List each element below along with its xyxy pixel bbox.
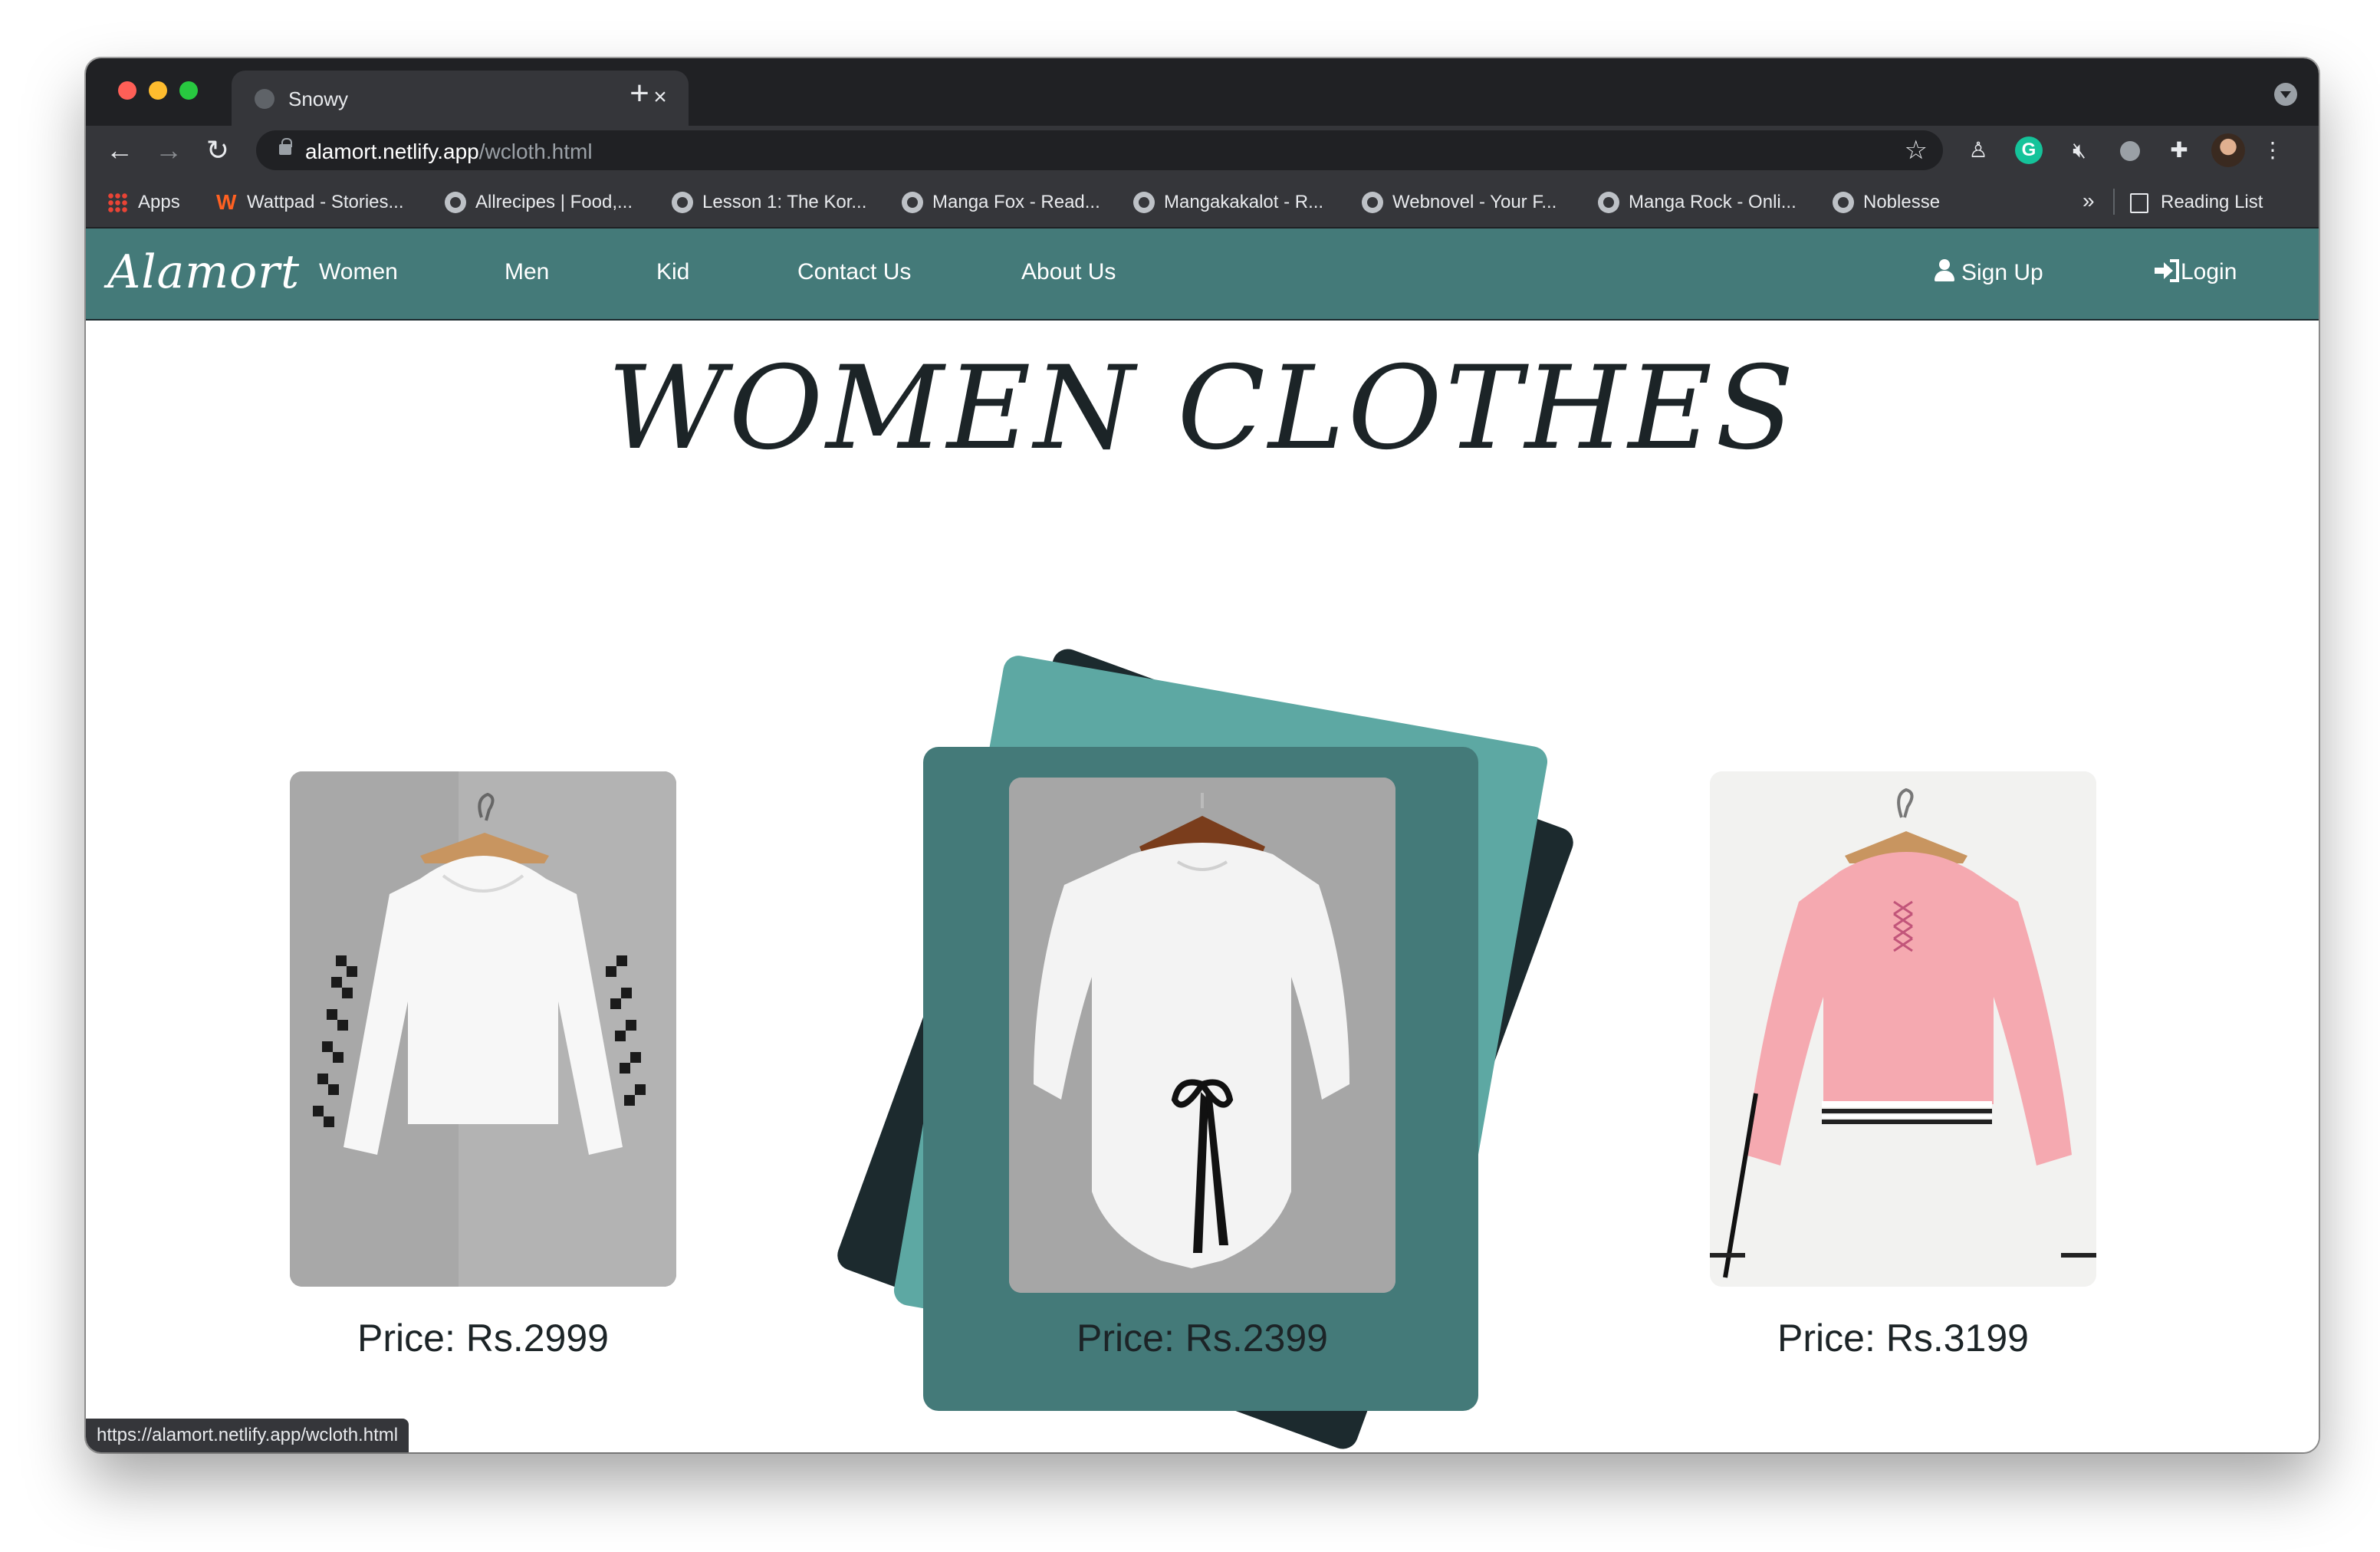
bookmark-label: Lesson 1: The Kor... bbox=[702, 192, 867, 212]
bookmark-label: Noblesse bbox=[1863, 192, 1941, 212]
browser-tab[interactable]: Snowy × bbox=[232, 71, 689, 126]
bookmark-mangarock[interactable]: Manga Rock - Onli... bbox=[1598, 190, 1797, 215]
nav-kid[interactable]: Kid bbox=[656, 259, 689, 285]
forward-button[interactable]: → bbox=[152, 133, 186, 167]
bookmark-allrecipes[interactable]: Allrecipes | Food,... bbox=[445, 190, 633, 215]
login-icon bbox=[2155, 259, 2179, 282]
bookmark-label: Apps bbox=[138, 192, 180, 212]
globe-icon bbox=[1362, 192, 1383, 213]
address-bar[interactable]: alamort.netlify.app/wcloth.html ☆ bbox=[256, 130, 1943, 170]
globe-icon bbox=[445, 192, 466, 213]
grammarly-icon[interactable]: G bbox=[2015, 136, 2043, 164]
price-pink-hoodie: Price: Rs.3199 bbox=[1777, 1317, 2029, 1360]
nav-men[interactable]: Men bbox=[505, 259, 549, 285]
chrome-menu-icon[interactable]: ⋮ bbox=[2259, 136, 2286, 164]
bookmark-lesson[interactable]: Lesson 1: The Kor... bbox=[672, 190, 866, 215]
login-label: Login bbox=[2181, 259, 2237, 284]
url-host: alamort.netlify.app bbox=[305, 140, 479, 163]
extension-person-icon[interactable]: ♙ bbox=[1964, 136, 1992, 164]
product-image-hoodie[interactable] bbox=[290, 771, 676, 1287]
price-hoodie: Price: Rs.2999 bbox=[357, 1317, 609, 1360]
url-text: alamort.netlify.app/wcloth.html bbox=[305, 140, 593, 164]
globe-icon bbox=[902, 192, 923, 213]
back-button[interactable]: ← bbox=[103, 133, 136, 167]
bookmark-mangakakalot[interactable]: Mangakakalot - R... bbox=[1133, 190, 1323, 215]
page-title: WOMEN CLOTHES bbox=[607, 342, 1797, 475]
login-link[interactable]: Login bbox=[2153, 259, 2237, 285]
sign-up-link[interactable]: Sign Up bbox=[1934, 259, 2043, 286]
reading-list-button[interactable]: Reading List bbox=[2130, 190, 2263, 215]
url-path: /wcloth.html bbox=[478, 140, 593, 163]
globe-icon bbox=[255, 89, 274, 109]
browser-window: Snowy × + ← → ↻ alamort.netlify.app/wclo… bbox=[86, 58, 2319, 1452]
lock-icon bbox=[279, 138, 292, 155]
extensions-puzzle-icon[interactable]: ✚ bbox=[2165, 136, 2193, 164]
new-tab-button[interactable]: + bbox=[621, 75, 658, 112]
price-blouse: Price: Rs.2399 bbox=[1077, 1317, 1328, 1360]
reading-list-label: Reading List bbox=[2161, 192, 2263, 212]
featured-product-card[interactable]: Price: Rs.2399 bbox=[923, 747, 1478, 1411]
reading-list-icon bbox=[2130, 193, 2148, 213]
reload-button[interactable]: ↻ bbox=[201, 133, 235, 167]
browser-toolbar: ← → ↻ alamort.netlify.app/wcloth.html ☆ … bbox=[86, 126, 2319, 175]
bookmark-noblesse[interactable]: Noblesse bbox=[1833, 190, 1940, 215]
product-image-pink-hoodie[interactable] bbox=[1710, 771, 2096, 1287]
bookmarks-bar: Apps W Wattpad - Stories... Allrecipes | … bbox=[86, 175, 2319, 229]
bookmark-star-icon[interactable]: ☆ bbox=[1905, 135, 1928, 166]
bookmark-mangafox[interactable]: Manga Fox - Read... bbox=[902, 190, 1100, 215]
site-navbar: Alamort Women Men Kid Contact Us About U… bbox=[86, 229, 2319, 321]
bookmark-wattpad[interactable]: W Wattpad - Stories... bbox=[216, 190, 404, 215]
user-icon bbox=[1934, 259, 1955, 282]
bookmark-label: Manga Rock - Onli... bbox=[1629, 192, 1797, 212]
title-bar: Snowy × + bbox=[86, 58, 2319, 126]
pink-hoodie-illustration bbox=[1710, 771, 2096, 1287]
nav-contact-us[interactable]: Contact Us bbox=[797, 259, 911, 285]
maximize-window-button[interactable] bbox=[179, 81, 198, 100]
bookmark-label: Manga Fox - Read... bbox=[932, 192, 1100, 212]
extension-circle-icon[interactable] bbox=[2116, 136, 2144, 164]
close-window-button[interactable] bbox=[118, 81, 136, 100]
profile-avatar[interactable] bbox=[2211, 133, 2245, 167]
minimize-window-button[interactable] bbox=[149, 81, 167, 100]
nav-about-us[interactable]: About Us bbox=[1021, 259, 1116, 285]
tab-search-icon[interactable] bbox=[2274, 83, 2297, 106]
bookmark-label: Wattpad - Stories... bbox=[247, 192, 404, 212]
bookmark-apps[interactable]: Apps bbox=[107, 190, 180, 215]
mute-icon[interactable]: 🔇︎ bbox=[2066, 136, 2093, 164]
bookmark-label: Webnovel - Your F... bbox=[1392, 192, 1557, 212]
wattpad-icon: W bbox=[216, 190, 237, 214]
tab-title: Snowy bbox=[288, 87, 349, 110]
globe-icon bbox=[672, 192, 693, 213]
globe-icon bbox=[1833, 192, 1854, 213]
apps-grid-icon bbox=[107, 192, 127, 212]
bookmarks-divider bbox=[2113, 189, 2115, 215]
blouse-illustration bbox=[1009, 778, 1395, 1293]
more-bookmarks-button[interactable]: » bbox=[2082, 189, 2095, 213]
status-bar-url: https://alamort.netlify.app/wcloth.html bbox=[86, 1419, 409, 1452]
globe-icon bbox=[1598, 192, 1619, 213]
product-image-blouse[interactable] bbox=[1009, 778, 1395, 1293]
site-logo[interactable]: Alamort bbox=[107, 245, 300, 299]
nav-women[interactable]: Women bbox=[319, 259, 398, 285]
bookmark-webnovel[interactable]: Webnovel - Your F... bbox=[1362, 190, 1557, 215]
web-page: Alamort Women Men Kid Contact Us About U… bbox=[86, 229, 2319, 1452]
hoodie-illustration bbox=[290, 771, 676, 1287]
sign-up-label: Sign Up bbox=[1961, 260, 2043, 285]
bookmark-label: Mangakakalot - R... bbox=[1164, 192, 1324, 212]
globe-icon bbox=[1133, 192, 1155, 213]
bookmark-label: Allrecipes | Food,... bbox=[475, 192, 633, 212]
